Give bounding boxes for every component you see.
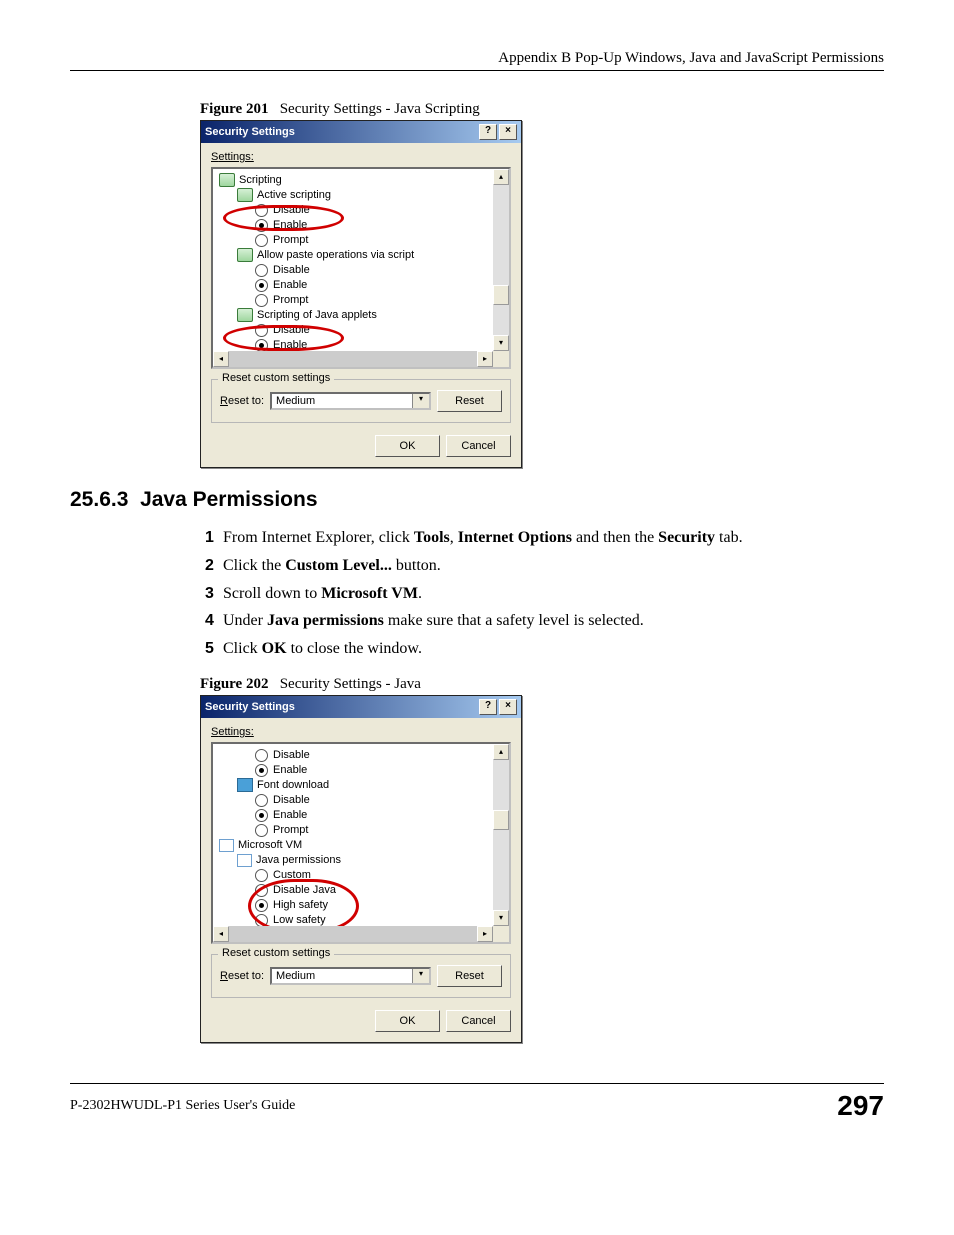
page-number: 297 [837, 1090, 884, 1122]
scroll-up-icon[interactable]: ▴ [493, 169, 509, 185]
scroll-right-icon[interactable]: ▸ [477, 351, 493, 367]
radio-prompt-fd[interactable]: Prompt [215, 823, 507, 838]
figure-202-caption: Figure 202 Security Settings - Java [200, 676, 884, 693]
divider [70, 70, 884, 71]
tree-active-scripting[interactable]: Active scripting [215, 188, 507, 203]
cancel-button[interactable]: Cancel [446, 435, 511, 457]
reset-to-label: Reset to: [220, 395, 264, 407]
figure-201-text: Security Settings - Java Scripting [280, 101, 480, 117]
ok-button-2[interactable]: OK [375, 1010, 440, 1032]
titlebar: Security Settings ? × [201, 121, 521, 143]
radio-disable-2[interactable]: Disable [215, 263, 507, 278]
radio-prompt[interactable]: Prompt [215, 233, 507, 248]
reset-legend: Reset custom settings [218, 372, 334, 384]
tree-scripting-applets[interactable]: Scripting of Java applets [215, 308, 507, 323]
reset-to-label-2: Reset to: [220, 970, 264, 982]
radio-custom[interactable]: Custom [215, 868, 507, 883]
script-icon [237, 308, 253, 322]
settings-label-2: Settings: [211, 726, 511, 738]
appendix-header: Appendix B Pop-Up Windows, Java and Java… [70, 50, 884, 67]
tree-allow-paste[interactable]: Allow paste operations via script [215, 248, 507, 263]
radio-prompt-2[interactable]: Prompt [215, 293, 507, 308]
reset-legend-2: Reset custom settings [218, 947, 334, 959]
radio-enable-fd[interactable]: Enable [215, 808, 507, 823]
radio-disable-java[interactable]: Disable Java [215, 883, 507, 898]
tree-user-auth[interactable]: User Authentication [215, 368, 507, 369]
radio-disable[interactable]: Disable [215, 203, 507, 218]
step-5: 5Click OK to close the window. [205, 639, 884, 660]
figure-202-text: Security Settings - Java [280, 676, 421, 692]
step-1: 1From Internet Explorer, click Tools, In… [205, 528, 884, 549]
section-heading: 25.6.3 Java Permissions [70, 488, 884, 512]
reset-button[interactable]: Reset [437, 390, 502, 412]
close-button[interactable]: × [499, 124, 517, 140]
radio-disable-3[interactable]: Disable [215, 323, 507, 338]
scroll-down-icon[interactable]: ▾ [493, 910, 509, 926]
radio-high-safety[interactable]: High safety [215, 898, 507, 913]
vertical-scrollbar-2[interactable]: ▴ ▾ [493, 744, 509, 926]
security-settings-dialog-2: Security Settings ? × Settings: Disable … [200, 695, 522, 1043]
dialog-title-2: Security Settings [205, 701, 295, 713]
tree-font-download[interactable]: Font download [215, 778, 507, 793]
dialog-title: Security Settings [205, 126, 295, 138]
script-icon [219, 368, 235, 369]
ok-button[interactable]: OK [375, 435, 440, 457]
footer-guide: P-2302HWUDL-P1 Series User's Guide [70, 1098, 295, 1114]
horizontal-scrollbar-2[interactable]: ◂ ▸ [213, 926, 509, 942]
script-icon [237, 188, 253, 202]
scroll-left-icon[interactable]: ◂ [213, 926, 229, 942]
reset-fieldset-2: Reset custom settings Reset to: Medium ▾… [211, 954, 511, 998]
font-icon [237, 778, 253, 792]
vertical-scrollbar[interactable]: ▴ ▾ [493, 169, 509, 351]
radio-enable[interactable]: Enable [215, 218, 507, 233]
cancel-button-2[interactable]: Cancel [446, 1010, 511, 1032]
figure-201-label: Figure 201 [200, 101, 268, 117]
tree-micro[interactable]: Micro... [215, 943, 507, 944]
step-4: 4Under Java permissions make sure that a… [205, 611, 884, 632]
reset-to-combo-2[interactable]: Medium ▾ [270, 967, 431, 985]
scroll-down-icon[interactable]: ▾ [493, 335, 509, 351]
radio-disable-fd[interactable]: Disable [215, 793, 507, 808]
tree-scripting[interactable]: Scripting [215, 173, 507, 188]
reset-fieldset: Reset custom settings Reset to: Medium ▾… [211, 379, 511, 423]
scroll-left-icon[interactable]: ◂ [213, 351, 229, 367]
close-button-2[interactable]: × [499, 699, 517, 715]
help-button[interactable]: ? [479, 124, 497, 140]
reset-to-combo[interactable]: Medium ▾ [270, 392, 431, 410]
figure-202-label: Figure 202 [200, 676, 268, 692]
radio-enable-f2[interactable]: Enable [215, 763, 507, 778]
vm-icon [219, 839, 234, 852]
radio-enable-2[interactable]: Enable [215, 278, 507, 293]
titlebar-2: Security Settings ? × [201, 696, 521, 718]
script-icon [219, 173, 235, 187]
vm-icon [237, 854, 252, 867]
reset-button-2[interactable]: Reset [437, 965, 502, 987]
step-2: 2Click the Custom Level... button. [205, 556, 884, 577]
scroll-right-icon[interactable]: ▸ [477, 926, 493, 942]
settings-label: Settings: [211, 151, 511, 163]
scroll-up-icon[interactable]: ▴ [493, 744, 509, 760]
script-icon [237, 248, 253, 262]
security-settings-dialog-1: Security Settings ? × Settings: Scriptin… [200, 120, 522, 468]
figure-201-caption: Figure 201 Security Settings - Java Scri… [200, 101, 884, 118]
help-button-2[interactable]: ? [479, 699, 497, 715]
radio-disable-f2[interactable]: Disable [215, 748, 507, 763]
tree-microsoft-vm[interactable]: Microsoft VM [215, 838, 507, 853]
tree-java-permissions[interactable]: Java permissions [215, 853, 507, 868]
horizontal-scrollbar[interactable]: ◂ ▸ [213, 351, 509, 367]
chevron-down-icon[interactable]: ▾ [412, 969, 429, 983]
step-3: 3Scroll down to Microsoft VM. [205, 584, 884, 605]
chevron-down-icon[interactable]: ▾ [412, 394, 429, 408]
